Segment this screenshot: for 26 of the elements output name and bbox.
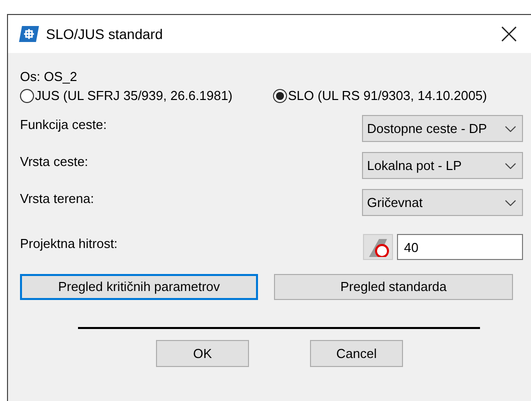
field-label: Funkcija ceste: — [20, 116, 107, 134]
window-title: SLO/JUS standard — [46, 24, 163, 44]
speed-limit-button[interactable] — [363, 234, 393, 260]
dropdown[interactable]: Gričevnat — [362, 189, 523, 216]
radio-button[interactable] — [20, 89, 34, 103]
dropdown[interactable]: Lokalna pot - LP — [362, 152, 523, 179]
speed-input[interactable]: 40 — [397, 234, 523, 260]
dialog-button[interactable]: Cancel — [310, 340, 403, 367]
action-button[interactable]: Pregled kritičnih parametrov — [20, 274, 258, 300]
axis-label: Os: OS_2 — [20, 68, 78, 83]
chevron-down-icon — [505, 162, 516, 168]
radio-button[interactable] — [273, 89, 287, 103]
radio-option[interactable]: JUS (UL SFRJ 35/939, 26.6.1981) — [20, 86, 273, 106]
close-icon — [501, 26, 517, 42]
field-label: Projektna hitrost: — [20, 235, 118, 253]
dialog-button[interactable]: OK — [156, 340, 249, 367]
field-label: Vrsta ceste: — [20, 153, 88, 171]
dropdown[interactable]: Dostopne ceste - DP — [362, 115, 523, 142]
app-logo-icon — [19, 26, 39, 42]
field-label: Vrsta terena: — [20, 190, 94, 208]
action-button[interactable]: Pregled standarda — [274, 274, 513, 300]
chevron-down-icon — [505, 126, 516, 132]
speed-sign-icon — [367, 237, 389, 257]
close-button[interactable] — [501, 26, 517, 42]
chevron-down-icon — [505, 200, 516, 206]
radio-option[interactable]: SLO (UL RS 91/9303, 14.10.2005) — [273, 86, 487, 106]
